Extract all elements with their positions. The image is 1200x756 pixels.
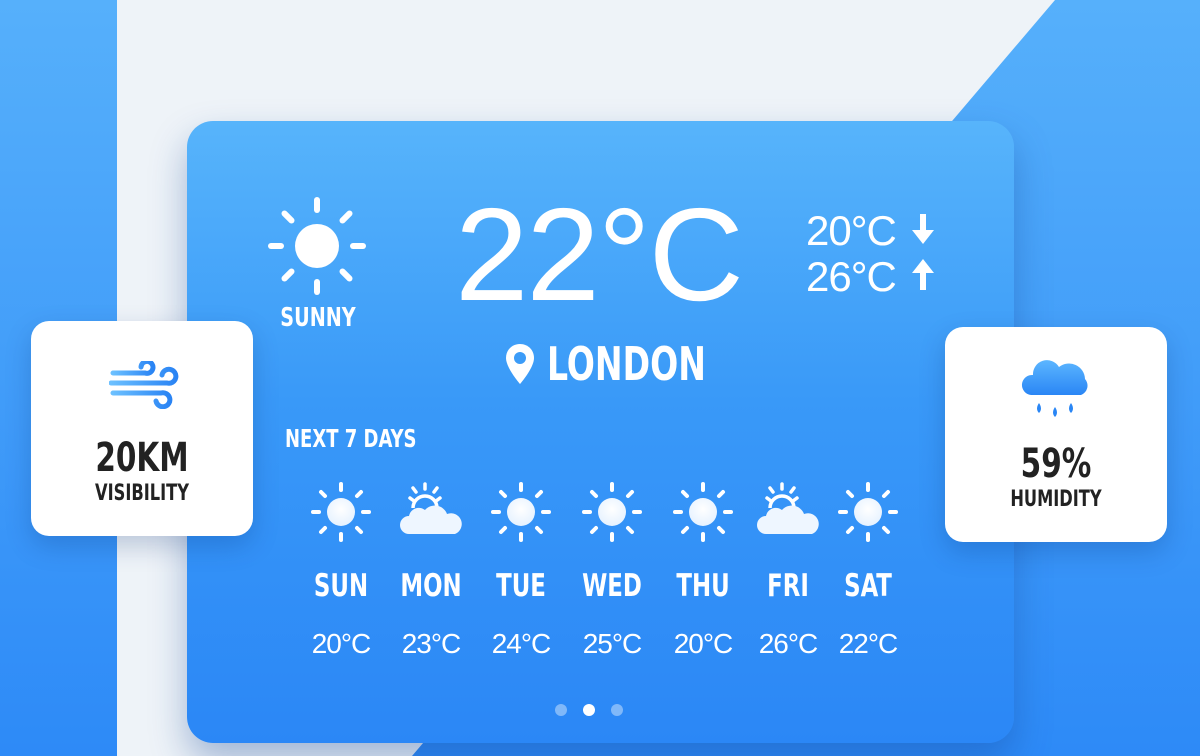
sun-icon (309, 480, 373, 544)
visibility-value: 20KM (95, 435, 189, 481)
forecast-day-name: SUN (313, 568, 369, 604)
forecast-day-temp: 22°C (838, 628, 899, 659)
arrow-up-icon (912, 259, 934, 290)
arrow-down-icon (912, 214, 934, 244)
forecast-day-name: FRI (767, 568, 809, 604)
location-name: LONDON (547, 337, 706, 391)
wind-icon (109, 361, 179, 409)
forecast-day-temp: 26°C (758, 628, 819, 659)
sun-icon (268, 197, 366, 295)
forecast-heading: NEXT 7 DAYS (285, 424, 417, 453)
condition-label: SUNNY (280, 303, 356, 333)
high-temperature: 26°C (806, 253, 897, 300)
current-temperature: 22°C (455, 181, 744, 328)
rain-cloud-icon (1021, 360, 1088, 417)
humidity-label: HUMIDITY (1010, 487, 1102, 512)
forecast-day-temp: 23°C (401, 628, 462, 659)
pagination-dot[interactable] (555, 704, 567, 716)
location-pin-icon (506, 344, 534, 384)
forecast-day-temp: 20°C (673, 628, 734, 659)
low-temperature: 20°C (806, 207, 897, 254)
sun-icon (836, 480, 900, 544)
forecast-day-temp: 24°C (491, 628, 552, 659)
forecast-day-name: MON (400, 568, 462, 604)
forecast-day-name: SAT (844, 568, 892, 604)
partly-cloudy-icon (399, 480, 463, 544)
visibility-label: VISIBILITY (95, 481, 189, 506)
forecast-day-name: WED (582, 568, 642, 604)
partly-cloudy-icon (756, 480, 820, 544)
humidity-card: 59% HUMIDITY (945, 327, 1167, 542)
forecast-day-name: THU (676, 568, 730, 604)
forecast-day-name: TUE (496, 568, 546, 604)
sun-icon (671, 480, 735, 544)
visibility-card: 20KM VISIBILITY (31, 321, 253, 536)
pagination-dot[interactable] (583, 704, 595, 716)
sun-icon (580, 480, 644, 544)
sun-icon (489, 480, 553, 544)
forecast-day-temp: 20°C (311, 628, 372, 659)
humidity-value: 59% (1020, 441, 1092, 487)
pagination-dot[interactable] (611, 704, 623, 716)
forecast-day-temp: 25°C (582, 628, 643, 659)
